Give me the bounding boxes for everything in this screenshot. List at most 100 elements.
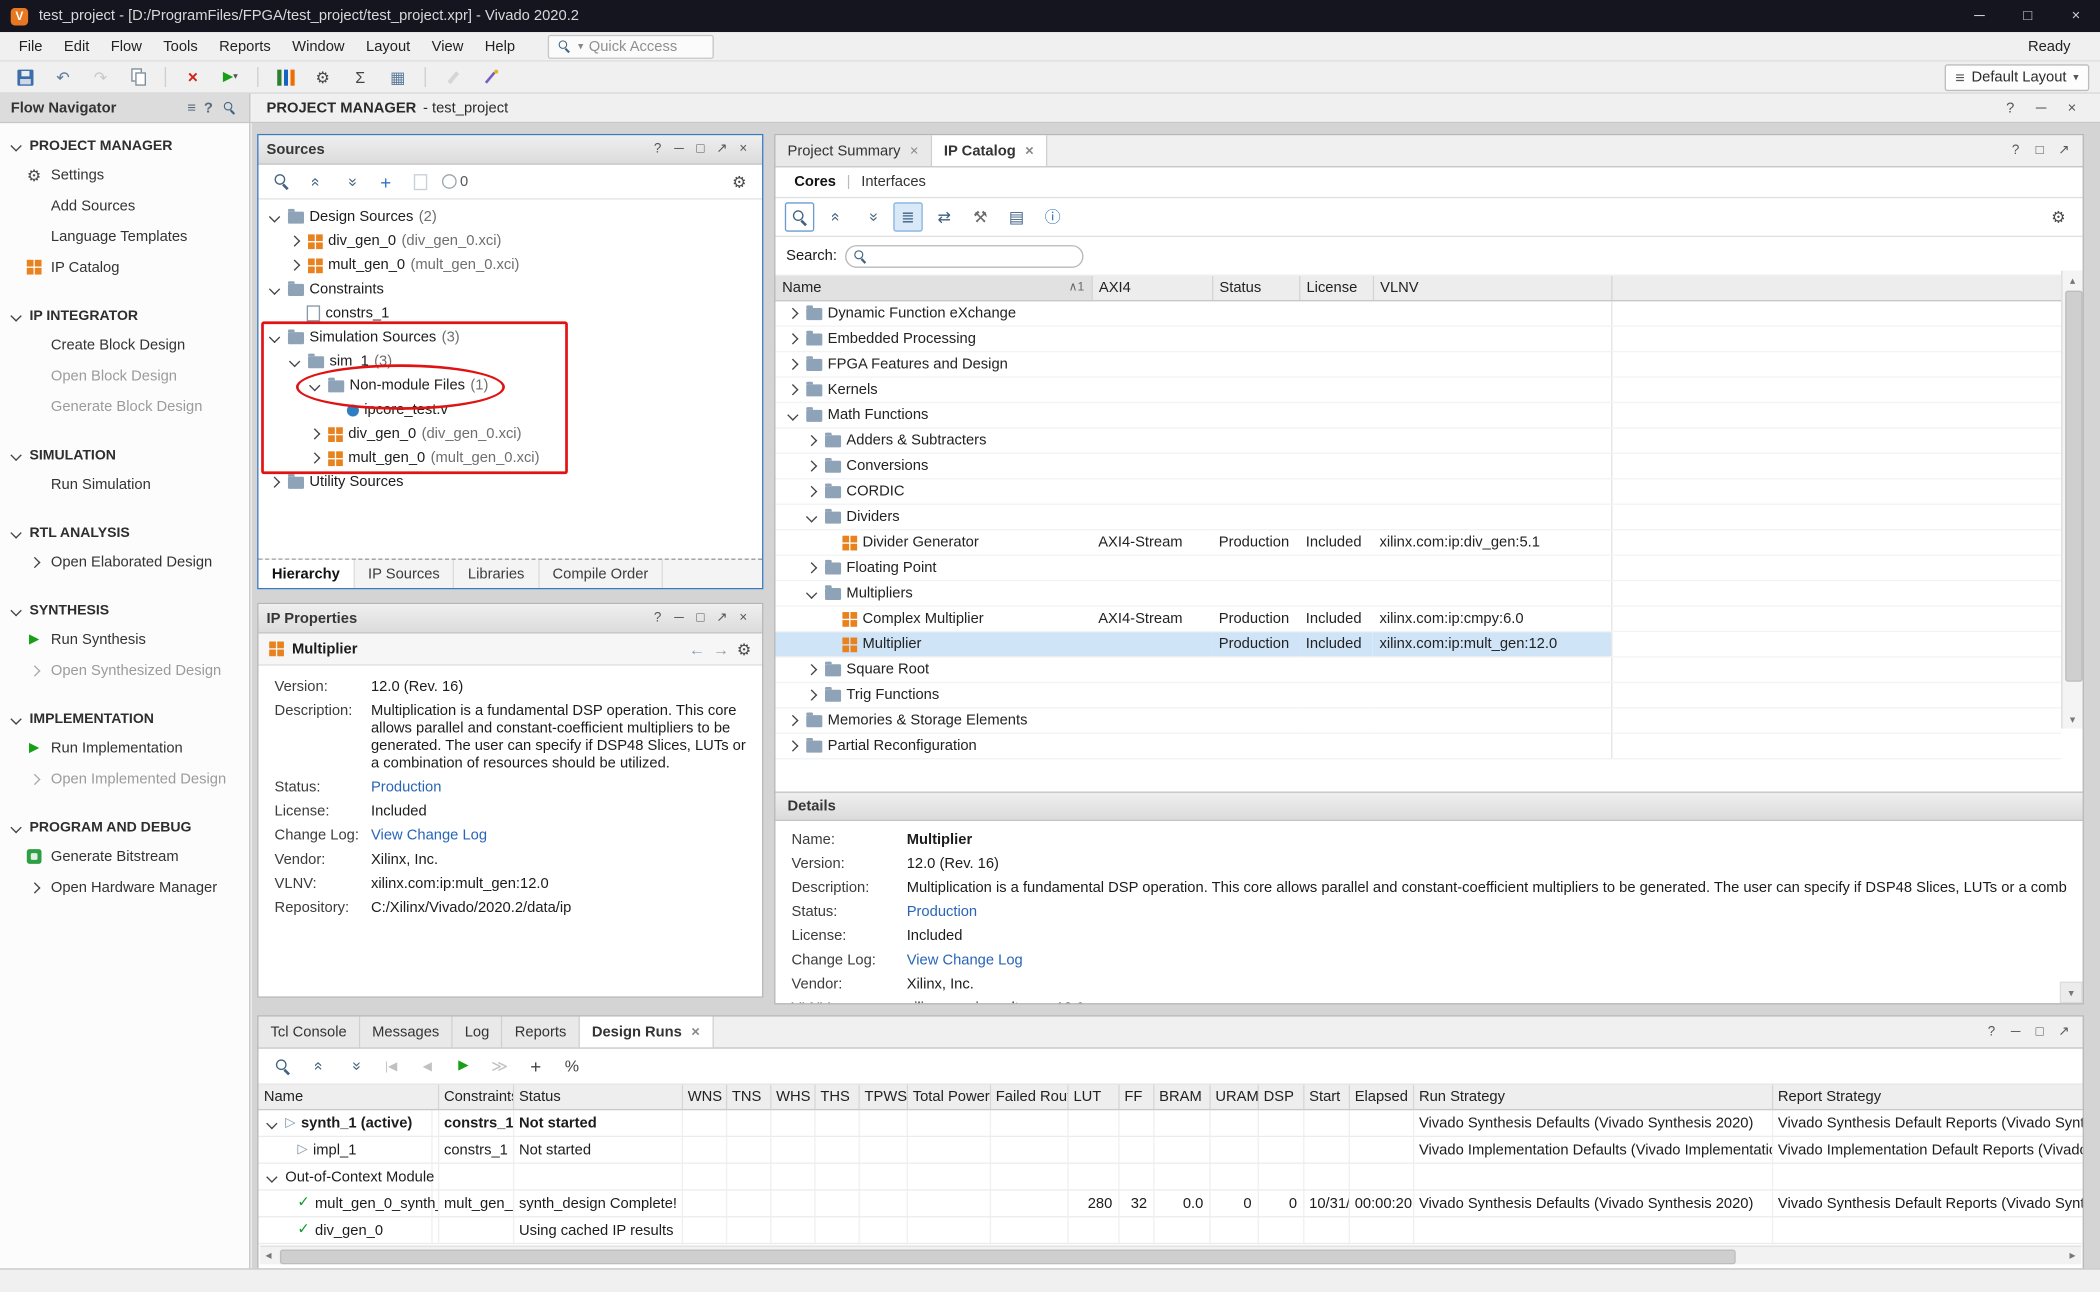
chevron-down-icon[interactable] bbox=[269, 284, 280, 295]
chevron-right-icon[interactable] bbox=[269, 476, 280, 487]
field-value[interactable]: Production bbox=[371, 779, 746, 796]
tab-reports[interactable]: Reports bbox=[503, 1017, 580, 1048]
tab-ip-catalog[interactable]: IP Catalog× bbox=[932, 135, 1047, 166]
catalog-row[interactable]: CORDIC bbox=[775, 479, 2061, 504]
copy-icon[interactable] bbox=[123, 62, 152, 91]
column-header-tns[interactable]: TNS bbox=[726, 1085, 770, 1110]
run-row[interactable]: ✓mult_gen_0_synth_1mult_gen_0synth_desig… bbox=[258, 1190, 2082, 1217]
catalog-row[interactable]: Multipliers bbox=[775, 581, 2061, 606]
catalog-row[interactable]: Dividers bbox=[775, 504, 2061, 529]
wand-icon[interactable] bbox=[475, 62, 504, 91]
chevron-down-icon[interactable] bbox=[806, 511, 817, 522]
tree-item[interactable]: div_gen_0(div_gen_0.xci) bbox=[258, 229, 762, 253]
column-header-name[interactable]: Name bbox=[258, 1085, 437, 1110]
settings-gear-icon[interactable]: ⚙ bbox=[725, 167, 754, 196]
close-icon[interactable]: × bbox=[1025, 143, 1034, 159]
float-icon[interactable]: ↗ bbox=[2053, 1025, 2074, 1040]
step-back-icon[interactable]: ◀ bbox=[413, 1051, 442, 1080]
flow-item-open-synthesized-design[interactable]: Open Synthesized Design bbox=[0, 655, 249, 686]
tab-hierarchy[interactable]: Hierarchy bbox=[258, 560, 354, 588]
chevron-right-icon[interactable] bbox=[289, 235, 300, 246]
menu-flow[interactable]: Flow bbox=[100, 38, 153, 54]
tree-item[interactable]: mult_gen_0(mult_gen_0.xci) bbox=[258, 446, 762, 470]
chevron-right-icon[interactable] bbox=[787, 740, 798, 751]
run-row[interactable]: ✓div_gen_0Using cached IP results bbox=[258, 1217, 2082, 1244]
column-header-wns[interactable]: WNS bbox=[682, 1085, 726, 1110]
catalog-row[interactable]: Divider GeneratorAXI4-StreamProductionIn… bbox=[775, 530, 2061, 555]
catalog-row[interactable]: Floating Point bbox=[775, 555, 2061, 580]
field-value[interactable]: View Change Log bbox=[371, 828, 746, 845]
column-header-status[interactable]: Status bbox=[513, 1085, 682, 1110]
column-header-start[interactable]: Start bbox=[1303, 1085, 1349, 1110]
tree-item[interactable]: constrs_1 bbox=[258, 301, 762, 325]
flow-item-ip-catalog[interactable]: IP Catalog bbox=[0, 252, 249, 283]
edit-icon[interactable] bbox=[438, 62, 467, 91]
column-header-status[interactable]: Status bbox=[1212, 276, 1299, 301]
column-header-axi4[interactable]: AXI4 bbox=[1092, 276, 1213, 301]
scroll-down-button[interactable]: ▾ bbox=[2060, 982, 2083, 1003]
column-header-ths[interactable]: THS bbox=[814, 1085, 858, 1110]
chevron-right-icon[interactable] bbox=[806, 664, 817, 675]
redo-icon[interactable]: ↷ bbox=[86, 62, 115, 91]
help-icon[interactable]: ? bbox=[647, 611, 668, 626]
chevron-down-icon[interactable] bbox=[289, 356, 300, 367]
flow-section-header[interactable]: RTL ANALYSIS bbox=[0, 518, 249, 546]
chevron-down-icon[interactable] bbox=[787, 409, 798, 420]
tree-item[interactable]: div_gen_0(div_gen_0.xci) bbox=[258, 422, 762, 446]
menu-window[interactable]: Window bbox=[281, 38, 355, 54]
catalog-row[interactable]: Dynamic Function eXchange bbox=[775, 301, 2061, 326]
minimize-icon[interactable]: ─ bbox=[668, 611, 689, 626]
run-row[interactable]: Out-of-Context Module Runs bbox=[258, 1163, 2082, 1190]
menu-icon[interactable]: ≡ bbox=[187, 100, 196, 116]
customize-ip-icon[interactable]: ⚒ bbox=[966, 202, 995, 231]
tab-project-summary[interactable]: Project Summary× bbox=[775, 135, 931, 166]
chevron-right-icon[interactable] bbox=[806, 486, 817, 497]
menu-tools[interactable]: Tools bbox=[153, 38, 209, 54]
tree-item[interactable]: mult_gen_0(mult_gen_0.xci) bbox=[258, 253, 762, 277]
sum-icon[interactable]: Σ bbox=[346, 62, 375, 91]
flow-section-header[interactable]: SYNTHESIS bbox=[0, 596, 249, 624]
search-icon[interactable] bbox=[223, 101, 237, 115]
open-file-icon[interactable] bbox=[406, 167, 435, 196]
layout-grid-icon[interactable]: ▦ bbox=[383, 62, 412, 91]
flow-section-header[interactable]: IP INTEGRATOR bbox=[0, 301, 249, 329]
tab-messages[interactable]: Messages bbox=[360, 1017, 453, 1048]
float-icon[interactable]: ↗ bbox=[711, 611, 732, 626]
menu-layout[interactable]: Layout bbox=[355, 38, 421, 54]
save-icon[interactable] bbox=[11, 62, 40, 91]
column-header-license[interactable]: License bbox=[1299, 276, 1373, 301]
search-icon[interactable] bbox=[785, 202, 814, 231]
search-icon[interactable] bbox=[267, 167, 296, 196]
subtab-cores[interactable]: Cores bbox=[794, 174, 836, 190]
gear-icon[interactable]: ⚙ bbox=[737, 641, 751, 657]
create-run-icon[interactable]: + bbox=[521, 1051, 550, 1080]
column-header-bram[interactable]: BRAM bbox=[1153, 1085, 1209, 1110]
column-header-whs[interactable]: WHS bbox=[770, 1085, 814, 1110]
chevron-right-icon[interactable] bbox=[787, 333, 798, 344]
minimize-icon[interactable]: ─ bbox=[668, 142, 689, 157]
menu-view[interactable]: View bbox=[421, 38, 474, 54]
chevron-down-icon[interactable] bbox=[266, 1171, 277, 1182]
collapse-all-icon[interactable]: « bbox=[821, 202, 850, 231]
scroll-right-icon[interactable]: ▸ bbox=[2064, 1247, 2081, 1264]
tab-ip-sources[interactable]: IP Sources bbox=[355, 560, 455, 588]
expand-all-icon[interactable]: « bbox=[857, 202, 886, 231]
catalog-row[interactable]: Embedded Processing bbox=[775, 326, 2061, 351]
column-header-name[interactable]: Name∧1 bbox=[775, 276, 1091, 301]
minimize-button[interactable]: ─ bbox=[1955, 0, 2003, 32]
flow-item-create-block-design[interactable]: Create Block Design bbox=[0, 329, 249, 360]
field-value[interactable]: View Change Log bbox=[907, 952, 2067, 968]
float-icon[interactable]: ↗ bbox=[2053, 143, 2074, 158]
catalog-row[interactable]: Memories & Storage Elements bbox=[775, 708, 2061, 733]
chevron-down-icon[interactable] bbox=[806, 588, 817, 599]
tree-item[interactable]: Utility Sources bbox=[258, 470, 762, 494]
flow-item-generate-bitstream[interactable]: Generate Bitstream bbox=[0, 841, 249, 872]
chevron-right-icon[interactable] bbox=[787, 359, 798, 370]
settings-gear-icon[interactable]: ⚙ bbox=[2044, 202, 2073, 231]
help-icon[interactable]: ? bbox=[1998, 100, 2022, 116]
tree-item[interactable]: Simulation Sources(3) bbox=[258, 325, 762, 349]
column-header-run-strategy[interactable]: Run Strategy bbox=[1413, 1085, 1772, 1110]
chevron-right-icon[interactable] bbox=[309, 428, 320, 439]
run-icon[interactable]: ▶ bbox=[449, 1051, 478, 1080]
catalog-row[interactable]: Math Functions bbox=[775, 402, 2061, 427]
